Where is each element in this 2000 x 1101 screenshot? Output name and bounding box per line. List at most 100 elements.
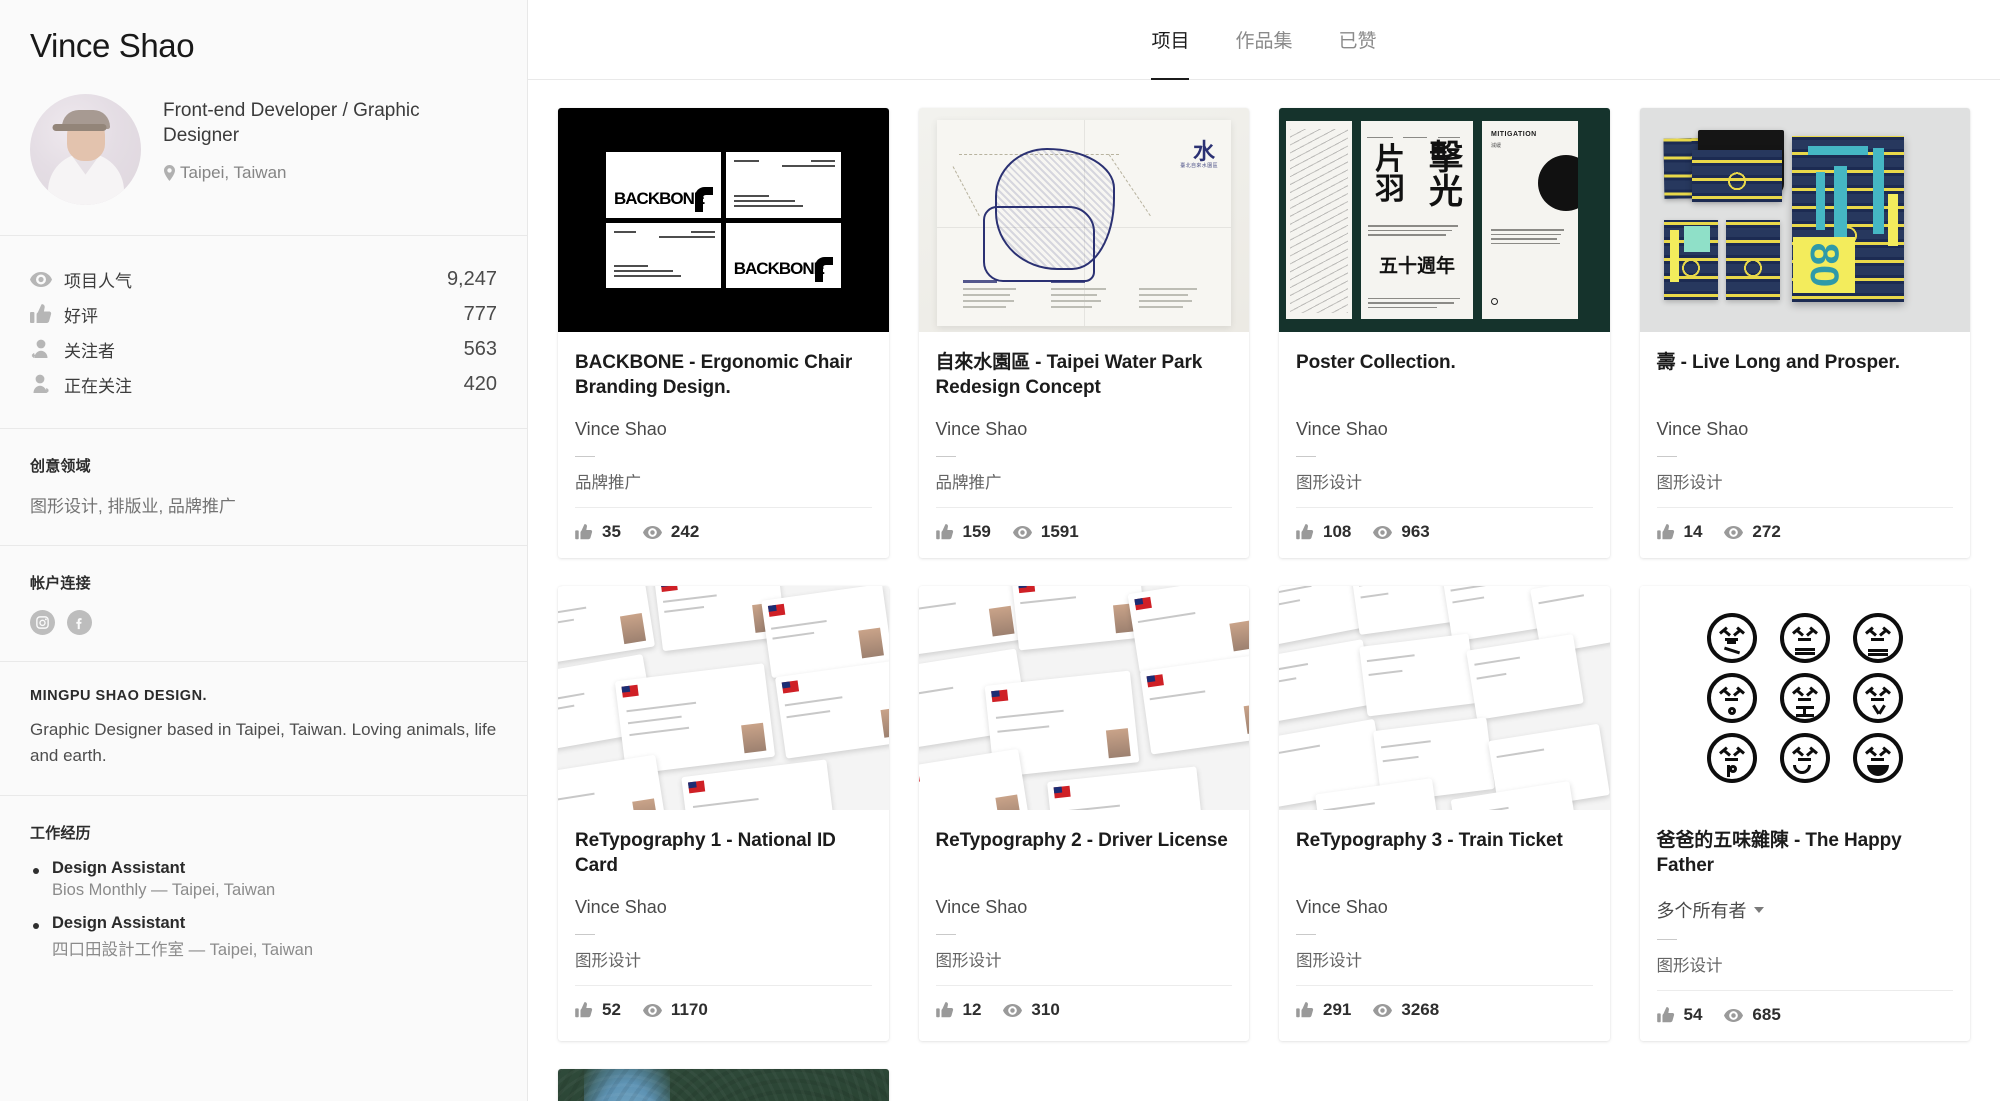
project-card[interactable]: BACKBONE BACKBONE BACKBONE - Ergonomic C… (558, 108, 889, 558)
project-likes[interactable]: 35 (575, 522, 621, 542)
sketch-lines (1290, 129, 1348, 313)
tab-projects[interactable]: 项目 (1151, 0, 1190, 80)
project-category[interactable]: 图形设计 (1657, 469, 1954, 493)
project-info: ReTypography 3 - Train Ticket Vince Shao… (1279, 810, 1610, 1041)
train-ticket (1466, 633, 1584, 721)
thumbs-up-icon (575, 1002, 593, 1018)
project-views[interactable]: 1170 (642, 1000, 708, 1020)
divider (1296, 934, 1316, 935)
project-thumbnail-train-tickets[interactable] (1279, 586, 1610, 810)
project-owner[interactable]: Vince Shao (936, 419, 1233, 440)
project-owner[interactable]: Vince Shao (575, 419, 872, 440)
project-card[interactable]: 水 臺北自來水園區 自來水園區 - Taipei Water Park Rede… (918, 108, 1249, 558)
project-card[interactable]: ReTypography 1 - National ID Card Vince … (558, 586, 889, 1041)
eye-icon (642, 1003, 662, 1017)
business-card: BACKBONE (725, 222, 841, 288)
project-thumbnail-emoji-faces[interactable] (1639, 586, 1970, 810)
stats-section: 项目人气 9,247 好评 777 关注者 563 正在关注 420 (0, 234, 527, 428)
project-owner-name: Vince Shao (935, 897, 1028, 917)
eye-icon (1373, 1003, 1393, 1017)
project-likes[interactable]: 14 (1656, 522, 1702, 542)
profile-location-text: Taipei, Taiwan (180, 162, 287, 182)
project-owner[interactable]: Vince Shao (1296, 897, 1593, 918)
project-card[interactable]: 爸爸的五味雜陳 - The Happy Father 多个所有者 图形设计 54 (1639, 586, 1970, 1041)
profile-sidebar: Vince Shao Front-end Developer / Graphic… (0, 0, 528, 1101)
project-owner-name: Vince Shao (935, 419, 1028, 439)
project-category[interactable]: 品牌推广 (575, 469, 872, 493)
project-likes[interactable]: 108 (1296, 522, 1351, 542)
likes-count: 52 (602, 1000, 621, 1019)
project-thumbnail-id-cards-1[interactable] (558, 586, 889, 810)
project-thumbnail-forest[interactable] (558, 1069, 889, 1101)
map-legend (962, 280, 1214, 312)
project-owner[interactable]: 多个所有者 (1657, 897, 1954, 923)
project-category[interactable]: 图形设计 (575, 947, 872, 971)
follower-icon (30, 339, 64, 359)
divider (575, 456, 595, 457)
project-likes[interactable]: 54 (1656, 1005, 1702, 1025)
project-stats: 35 242 (575, 507, 872, 558)
project-thumbnail-id-cards-2[interactable] (918, 586, 1249, 810)
bio-section: MINGPU SHAO DESIGN. Graphic Designer bas… (0, 661, 527, 795)
project-likes[interactable]: 52 (575, 1000, 621, 1020)
project-owner[interactable]: Vince Shao (936, 897, 1233, 918)
project-views[interactable]: 3268 (1373, 1000, 1439, 1020)
stat-row-followers[interactable]: 关注者 563 (30, 332, 497, 367)
project-views[interactable]: 1591 (1012, 522, 1079, 542)
project-thumbnail-posters[interactable]: 片羽 擊光 五十週年 MITIGATION 減緩 (1279, 108, 1610, 332)
project-likes[interactable]: 291 (1296, 1000, 1351, 1020)
project-card[interactable]: ReTypography 3 - Train Ticket Vince Shao… (1279, 586, 1610, 1041)
project-views[interactable]: 272 (1724, 522, 1781, 542)
views-count: 3268 (1401, 1000, 1440, 1019)
business-card: BACKBONE (606, 152, 721, 218)
project-views[interactable]: 310 (1003, 1000, 1060, 1020)
project-owner[interactable]: Vince Shao (1657, 419, 1954, 440)
project-category[interactable]: 图形设计 (1296, 469, 1593, 493)
project-stats: 159 1591 (935, 507, 1232, 558)
project-card[interactable]: 片羽 擊光 五十週年 MITIGATION 減緩 Poster Collecti… (1279, 108, 1610, 558)
thumbs-up-icon (1296, 1002, 1314, 1018)
project-card[interactable]: 80 壽 - Live Long and Prosper. Vince Shao… (1639, 108, 1970, 558)
facebook-icon[interactable] (67, 610, 92, 636)
stat-row-views[interactable]: 项目人气 9,247 (30, 262, 497, 297)
project-card-partial[interactable] (558, 1069, 889, 1101)
project-owner[interactable]: Vince Shao (575, 897, 872, 918)
emoji-face (1779, 613, 1830, 663)
project-category[interactable]: 图形设计 (1296, 947, 1593, 971)
project-owner[interactable]: Vince Shao (1296, 419, 1593, 440)
project-info: ReTypography 1 - National ID Card Vince … (558, 810, 889, 1041)
views-count: 685 (1752, 1005, 1781, 1024)
project-thumbnail-water-park[interactable]: 水 臺北自來水園區 (918, 108, 1249, 332)
project-category[interactable]: 图形设计 (936, 947, 1233, 971)
work-experience-title: 工作经历 (30, 824, 91, 842)
tab-appreciated[interactable]: 已赞 (1339, 0, 1377, 80)
project-views[interactable]: 685 (1724, 1005, 1781, 1025)
tab-portfolio[interactable]: 作品集 (1235, 0, 1292, 80)
project-category[interactable]: 图形设计 (1657, 952, 1954, 976)
divider (1656, 456, 1677, 457)
project-title: ReTypography 1 - National ID Card (575, 830, 836, 877)
chevron-down-icon[interactable] (1753, 907, 1764, 913)
thumbs-up-icon (30, 304, 64, 324)
project-thumbnail-backbone[interactable]: BACKBONE BACKBONE (558, 108, 889, 332)
stat-value: 9,247 (446, 267, 497, 290)
project-category[interactable]: 品牌推广 (936, 469, 1233, 493)
thumbs-up-icon (935, 1002, 953, 1018)
project-likes[interactable]: 12 (935, 1000, 981, 1020)
project-views[interactable]: 963 (1373, 522, 1430, 542)
business-card (606, 222, 721, 288)
avatar[interactable] (30, 93, 141, 205)
sidebar-header: Vince Shao (0, 0, 527, 66)
stat-row-following[interactable]: 正在关注 420 (30, 367, 497, 402)
project-likes[interactable]: 159 (935, 522, 991, 542)
instagram-icon[interactable] (30, 610, 55, 636)
poster-typographic: 片羽 擊光 五十週年 (1361, 121, 1473, 319)
project-stats: 52 1170 (575, 985, 872, 1036)
project-thumbnail-prosper[interactable]: 80 (1639, 108, 1970, 332)
stat-row-appreciations[interactable]: 好评 777 (30, 297, 497, 332)
likes-count: 291 (1323, 1000, 1352, 1019)
project-views[interactable]: 242 (642, 522, 699, 542)
content-tabbar: 项目 作品集 已赞 (528, 0, 2000, 80)
stat-value: 563 (463, 337, 497, 360)
project-card[interactable]: ReTypography 2 - Driver License Vince Sh… (918, 586, 1249, 1041)
